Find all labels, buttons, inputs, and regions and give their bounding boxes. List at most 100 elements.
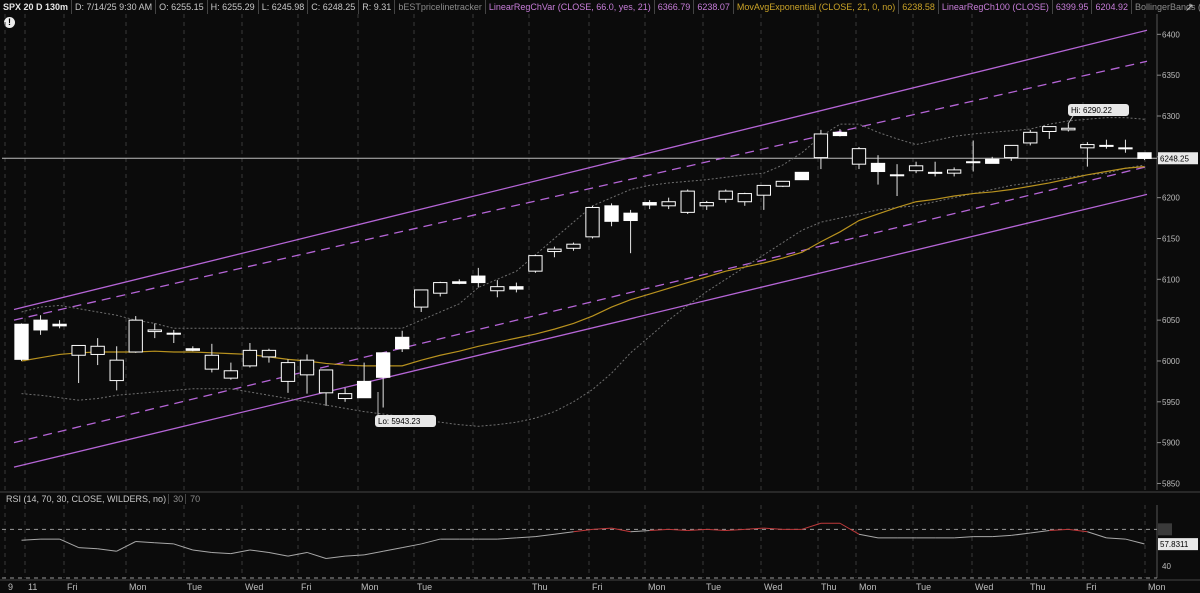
rsi-line-segment — [1011, 532, 1031, 536]
x-axis-label: Fri — [1086, 582, 1097, 592]
high-annotation: Hi: 6290.22 — [1071, 106, 1112, 115]
x-axis-label: Mon — [361, 582, 379, 592]
candle-body — [1137, 152, 1152, 159]
candle-body — [1118, 147, 1133, 150]
candle-body — [147, 329, 162, 333]
rsi-line-segment — [1106, 537, 1126, 540]
rsi-line-segment — [116, 541, 136, 552]
candle-body — [223, 370, 239, 379]
price-tick-label: 6350 — [1162, 71, 1180, 80]
rsi-line-segment — [421, 538, 441, 545]
candle-body — [718, 190, 733, 200]
rsi-line-segment — [630, 530, 650, 533]
x-axis-label: Tue — [706, 582, 721, 592]
candle-body — [1099, 144, 1114, 147]
candle-body — [1004, 144, 1019, 159]
rsi-line-segment — [858, 533, 879, 539]
candle-body — [299, 359, 315, 376]
rsi-line-segment — [325, 555, 346, 560]
candle-body — [966, 161, 981, 164]
candle-body — [109, 359, 124, 382]
price-tick-label: 6000 — [1162, 357, 1180, 366]
rsi-line-segment — [1125, 538, 1145, 545]
x-axis-label: Mon — [648, 582, 666, 592]
candle-body — [490, 286, 505, 292]
candle-body — [395, 336, 410, 350]
x-axis-label: Tue — [187, 582, 202, 592]
x-axis-label: Mon — [1148, 582, 1166, 592]
candle-body — [528, 255, 543, 272]
price-tick-label: 5900 — [1162, 439, 1180, 448]
candle-body — [699, 202, 714, 207]
candle-body — [166, 332, 181, 335]
candle-body — [1061, 127, 1076, 131]
x-axis-label: Thu — [1030, 582, 1046, 592]
candle-body — [414, 289, 429, 308]
bollinger-lower-line — [21, 164, 1145, 427]
candle-body — [756, 184, 771, 196]
price-tick-label: 6050 — [1162, 316, 1180, 325]
rsi-line-segment — [611, 527, 631, 533]
current-price-label: 6248.25 — [1160, 154, 1189, 163]
candle-body — [356, 380, 372, 399]
candle-body — [71, 344, 86, 356]
x-axis-label: Tue — [417, 582, 432, 592]
rsi-line-segment — [497, 537, 517, 540]
x-axis-label: Fri — [592, 582, 603, 592]
candle-body — [585, 206, 600, 238]
candle-body — [185, 348, 200, 351]
price-tick-label: 6400 — [1162, 30, 1180, 39]
rsi-line-segment — [268, 551, 289, 557]
candle-body — [337, 393, 353, 400]
x-axis-label: Thu — [532, 582, 548, 592]
candle-body — [985, 158, 1000, 164]
candle-body — [1042, 126, 1057, 133]
candle-body — [680, 190, 695, 213]
candle-body — [242, 349, 258, 367]
candle-body — [1023, 131, 1038, 144]
rsi-line-segment — [763, 527, 783, 530]
rsi-line-segment — [78, 547, 98, 550]
candle-body — [52, 323, 67, 327]
candle-body — [452, 281, 467, 284]
candle-body — [775, 180, 791, 187]
candle-body — [851, 148, 867, 165]
candle-body — [889, 174, 905, 177]
rsi-line-segment — [1030, 530, 1050, 534]
rsi-tick-label: 40 — [1162, 562, 1171, 571]
rsi-line-segment — [954, 536, 974, 539]
candle-body — [261, 349, 277, 358]
rsi-line-segment — [725, 528, 745, 532]
rsi-line-segment — [402, 543, 422, 549]
rsi-line-segment — [992, 534, 1012, 538]
rsi-line-segment — [59, 538, 79, 549]
rsi-current-label: 57.8311 — [1160, 540, 1189, 549]
candle-body — [623, 212, 638, 222]
candle-body — [128, 319, 143, 353]
x-axis-label: Wed — [764, 582, 782, 592]
candle-body — [318, 369, 334, 394]
rsi-line-segment — [192, 549, 212, 553]
rsi-line-segment — [383, 547, 403, 552]
price-tick-label: 5950 — [1162, 398, 1180, 407]
candle-body — [566, 243, 581, 249]
price-chart[interactable]: 9 11 Fri Mon Tue Wed Fri Mon Tue Thu Fri Mon Tue Wed T… — [0, 0, 1200, 593]
price-tick-label: 6100 — [1162, 275, 1180, 284]
candle-body — [14, 323, 29, 360]
x-axis-label: Mon — [129, 582, 147, 592]
x-axis-label: Wed — [245, 582, 263, 592]
candle-body — [90, 345, 105, 355]
rsi-line-segment — [230, 549, 251, 555]
rsi-line-segment — [535, 533, 555, 538]
rsi-line-segment — [345, 554, 365, 557]
candle-body — [832, 131, 848, 137]
rsi-line-segment — [1087, 531, 1107, 539]
candle-body — [509, 286, 524, 290]
rsi-line-segment — [554, 531, 574, 535]
rsi-line-segment — [173, 543, 193, 551]
low-annotation: Lo: 5943.23 — [378, 417, 421, 426]
candle-body — [604, 205, 619, 222]
candle-body — [642, 202, 657, 206]
candle-body — [1080, 144, 1095, 149]
candle-body — [794, 171, 810, 181]
